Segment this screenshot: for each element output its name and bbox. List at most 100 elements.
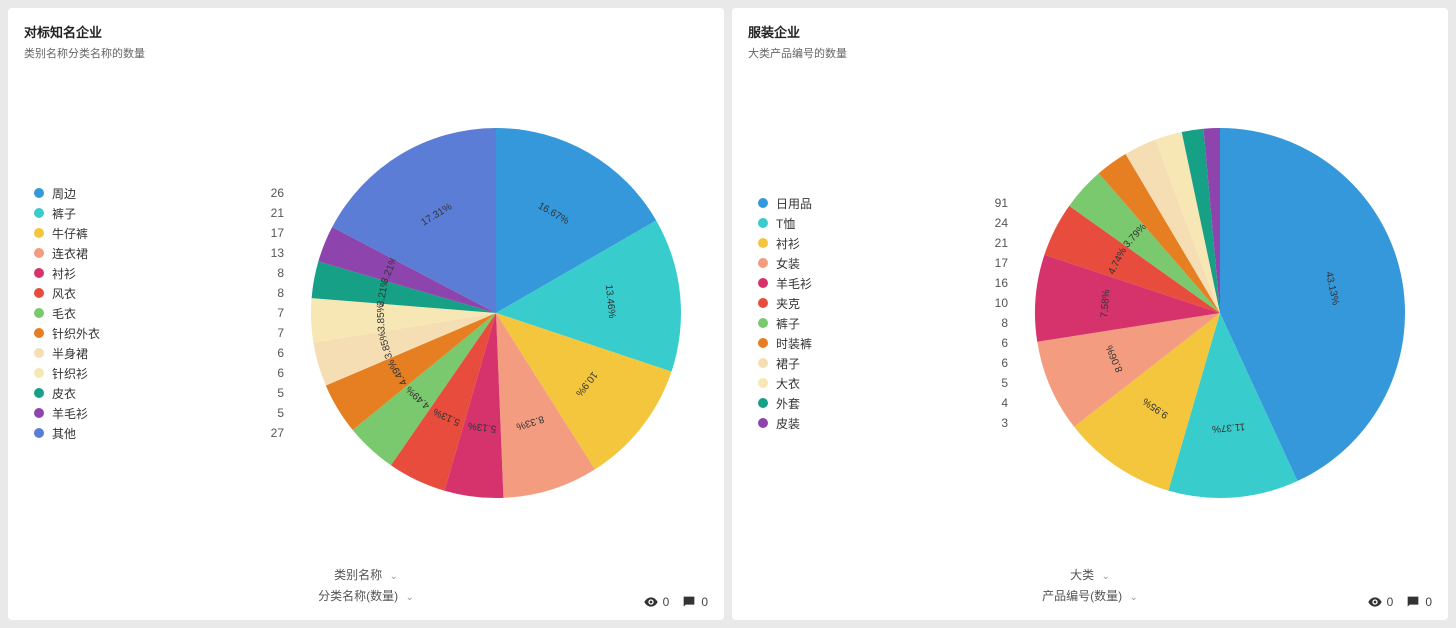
legend-label: 日用品: [776, 195, 978, 212]
legend-value: 8: [254, 286, 284, 300]
axis-1-label: 类别名称: [334, 568, 382, 582]
legend-label: 衬衫: [52, 265, 254, 282]
legend-item[interactable]: 羊毛衫16: [758, 273, 1008, 293]
legend-value: 26: [254, 186, 284, 200]
legend-value: 5: [254, 386, 284, 400]
legend-marker: [758, 298, 768, 308]
chart-subtitle: 大类产品编号的数量: [748, 45, 1432, 61]
legend-item[interactable]: 毛衣7: [34, 303, 284, 323]
legend-value: 27: [254, 426, 284, 440]
legend-value: 6: [978, 336, 1008, 350]
legend-item[interactable]: 裤子8: [758, 313, 1008, 333]
views[interactable]: 0: [643, 594, 670, 610]
legend-item[interactable]: 皮衣5: [34, 383, 284, 403]
legend-item[interactable]: 风衣8: [34, 283, 284, 303]
legend-label: 连衣裙: [52, 245, 254, 262]
legend-label: 其他: [52, 425, 254, 442]
slice-label: 7.58%: [1099, 289, 1112, 318]
comments[interactable]: 0: [1405, 594, 1432, 610]
legend-marker: [34, 348, 44, 358]
legend-marker: [758, 418, 768, 428]
legend-marker: [758, 258, 768, 268]
chart-title: 对标知名企业: [24, 22, 708, 41]
comment-icon: [681, 594, 697, 610]
legend-label: T恤: [776, 215, 978, 232]
legend-label: 时装裤: [776, 335, 978, 352]
legend-item[interactable]: 连衣裙13: [34, 243, 284, 263]
legend-item[interactable]: 衬衫8: [34, 263, 284, 283]
legend-label: 外套: [776, 395, 978, 412]
axis-category[interactable]: 类别名称 ⌄: [24, 565, 708, 585]
legend-marker: [758, 218, 768, 228]
legend-item[interactable]: 皮装3: [758, 413, 1008, 433]
legend-label: 大衣: [776, 375, 978, 392]
chevron-down-icon: ⌄: [389, 568, 397, 585]
legend-value: 5: [254, 406, 284, 420]
legend-item[interactable]: 大衣5: [758, 373, 1008, 393]
legend-item[interactable]: 裤子21: [34, 203, 284, 223]
legend-value: 6: [254, 346, 284, 360]
views-count: 0: [663, 595, 670, 609]
legend-value: 21: [254, 206, 284, 220]
axis-labels: 类别名称 ⌄ 分类名称(数量) ⌄: [24, 565, 708, 606]
legend-value: 16: [978, 276, 1008, 290]
legend-label: 周边: [52, 185, 254, 202]
card-footer: 0 0: [643, 594, 708, 610]
legend-marker: [34, 368, 44, 378]
legend-label: 毛衣: [52, 305, 254, 322]
legend-label: 夹克: [776, 295, 978, 312]
legend-item[interactable]: 日用品91: [758, 193, 1008, 213]
chevron-down-icon: ⌄: [1101, 568, 1109, 585]
legend-marker: [758, 378, 768, 388]
legend-marker: [758, 338, 768, 348]
legend-marker: [758, 398, 768, 408]
legend-label: 女装: [776, 255, 978, 272]
legend-item[interactable]: 针织外衣7: [34, 323, 284, 343]
legend-item[interactable]: 衬衫21: [758, 233, 1008, 253]
legend-item[interactable]: 周边26: [34, 183, 284, 203]
axis-1-label: 大类: [1070, 568, 1094, 582]
legend-item[interactable]: T恤24: [758, 213, 1008, 233]
legend-marker: [758, 198, 768, 208]
chart-card-2: 服装企业 大类产品编号的数量 日用品91T恤24衬衫21女装17羊毛衫16夹克1…: [732, 8, 1448, 620]
comment-icon: [1405, 594, 1421, 610]
legend-marker: [758, 318, 768, 328]
legend-value: 21: [978, 236, 1008, 250]
legend-item[interactable]: 时装裤6: [758, 333, 1008, 353]
legend-item[interactable]: 夹克10: [758, 293, 1008, 313]
legend-item[interactable]: 羊毛衫5: [34, 403, 284, 423]
axis-value[interactable]: 产品编号(数量) ⌄: [748, 586, 1432, 606]
legend-item[interactable]: 针织衫6: [34, 363, 284, 383]
legend-value: 7: [254, 306, 284, 320]
axis-category[interactable]: 大类 ⌄: [748, 565, 1432, 585]
pie-chart[interactable]: 16.67%13.46%10.9%8.33%5.13%5.13%4.49%4.4…: [296, 113, 696, 513]
legend-item[interactable]: 牛仔裤17: [34, 223, 284, 243]
legend-marker: [34, 428, 44, 438]
legend-value: 3: [978, 416, 1008, 430]
legend-marker: [34, 228, 44, 238]
legend-value: 17: [254, 226, 284, 240]
legend-label: 牛仔裤: [52, 225, 254, 242]
chart-body: 日用品91T恤24衬衫21女装17羊毛衫16夹克10裤子8时装裤6裙子6大衣5外…: [748, 61, 1432, 565]
legend-marker: [758, 358, 768, 368]
legend-marker: [34, 248, 44, 258]
comments-count: 0: [1425, 595, 1432, 609]
legend-item[interactable]: 裙子6: [758, 353, 1008, 373]
pie-wrap: 16.67%13.46%10.9%8.33%5.13%5.13%4.49%4.4…: [284, 113, 708, 513]
legend-value: 6: [978, 356, 1008, 370]
legend-label: 风衣: [52, 285, 254, 302]
legend-item[interactable]: 外套4: [758, 393, 1008, 413]
legend-value: 8: [978, 316, 1008, 330]
comments[interactable]: 0: [681, 594, 708, 610]
axis-value[interactable]: 分类名称(数量) ⌄: [24, 586, 708, 606]
pie-chart[interactable]: 43.13%11.37%9.95%8.06%7.58%4.74%3.79%: [1020, 113, 1420, 513]
axis-labels: 大类 ⌄ 产品编号(数量) ⌄: [748, 565, 1432, 606]
legend-label: 衬衫: [776, 235, 978, 252]
legend-marker: [34, 208, 44, 218]
chart-title: 服装企业: [748, 22, 1432, 41]
legend-item[interactable]: 其他27: [34, 423, 284, 443]
legend-item[interactable]: 半身裙6: [34, 343, 284, 363]
legend-item[interactable]: 女装17: [758, 253, 1008, 273]
views[interactable]: 0: [1367, 594, 1394, 610]
pie-wrap: 43.13%11.37%9.95%8.06%7.58%4.74%3.79%: [1008, 113, 1432, 513]
